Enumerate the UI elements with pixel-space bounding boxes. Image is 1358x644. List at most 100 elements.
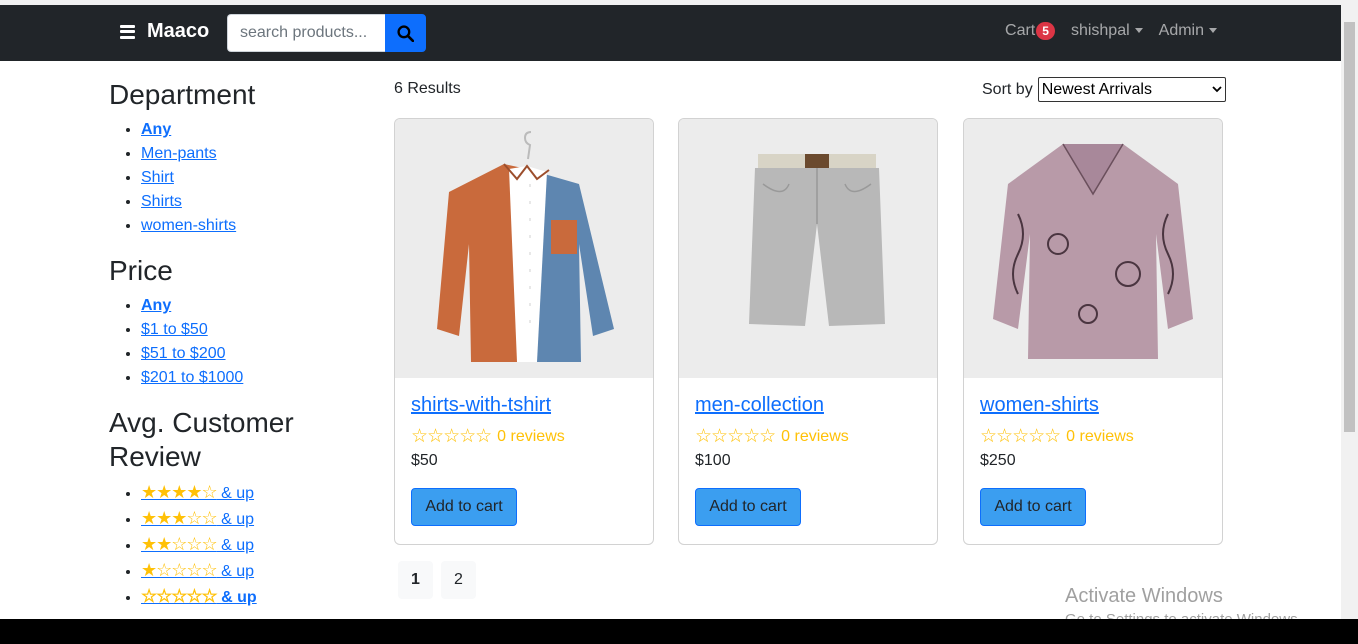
department-link-men-pants[interactable]: Men-pants [141,145,217,162]
chevron-down-icon [1134,28,1143,34]
taskbar-edge [0,619,1358,644]
rating-filter-link[interactable]: ★★☆☆☆ & up [141,534,255,554]
product-rating: ☆☆☆☆☆ 0 reviews [695,425,921,448]
product-price: $250 [980,452,1016,469]
results-count: 6 Results [394,80,461,97]
price-link-201-1000[interactable]: $201 to $1000 [141,369,243,386]
list-item: ★★☆☆☆ & up [141,532,349,558]
price-heading: Price [109,255,173,286]
star-rating-icon: ☆☆☆☆☆ [695,426,776,447]
list-item: Any [141,118,349,142]
shorts-image [749,153,885,326]
chevron-down-icon [1209,28,1217,34]
search-input[interactable] [227,14,385,52]
rating-up-label: & up [216,563,255,580]
product-body: shirts-with-tshirt ☆☆☆☆☆ 0 reviews $50 A… [395,378,653,542]
list-item: ★☆☆☆☆ & up [141,558,349,584]
review-count[interactable]: 0 reviews [1066,428,1134,446]
price-link-1-50[interactable]: $1 to $50 [141,321,208,338]
rating-up-label: & up [216,485,255,502]
search-button[interactable] [385,14,426,52]
star-rating-icon: ☆☆☆☆☆ [141,586,218,606]
shirt-image [437,130,614,362]
sort-select[interactable]: Newest Arrivals [1037,77,1226,102]
chevron-down-icon [1212,86,1222,93]
list-item: Men-pants [141,142,349,166]
admin-menu-label: Admin [1158,22,1204,39]
rating-up-label: & up [216,511,255,528]
page-button-2[interactable]: 2 [441,561,476,599]
scrollbar-thumb[interactable] [1344,22,1355,432]
admin-menu[interactable]: Admin [1159,22,1217,40]
sort-control: Sort by Newest Arrivals [982,77,1226,102]
price-link-any[interactable]: Any [141,297,171,314]
nav-right: Cart 5 shishpal Admin [1005,22,1217,40]
rating-up-label: & up [216,537,255,554]
sort-label: Sort by [982,80,1033,98]
brand[interactable]: Maaco [120,20,209,43]
list-item: ★★★☆☆ & up [141,506,349,532]
price-link-51-200[interactable]: $51 to $200 [141,345,226,362]
star-rating-icon: ★☆☆☆☆ [141,560,218,580]
star-rating-icon: ☆☆☆☆☆ [411,426,492,447]
product-body: men-collection ☆☆☆☆☆ 0 reviews $100 Add … [679,378,937,542]
product-title[interactable]: women-shirts [980,394,1206,417]
cart-link[interactable]: Cart 5 [1005,22,1055,40]
rating-filter-link[interactable]: ★★★★☆ & up [141,482,255,502]
product-title[interactable]: shirts-with-tshirt [411,394,637,417]
list-item: ☆☆☆☆☆ & up [141,584,349,610]
department-link-shirt[interactable]: Shirt [141,169,174,186]
list-item: Shirt [141,166,349,190]
department-list: Any Men-pants Shirt Shirts women-shirts [109,118,349,238]
page-button-1[interactable]: 1 [398,561,433,599]
list-item: Shirts [141,190,349,214]
product-image[interactable] [964,119,1222,378]
star-rating-icon: ★★★★☆ [141,482,218,502]
price-list: Any $1 to $50 $51 to $200 $201 to $1000 [109,294,349,390]
product-image[interactable] [395,119,653,378]
vertical-scrollbar[interactable] [1341,5,1358,619]
department-link-women-shirts[interactable]: women-shirts [141,217,236,234]
department-link-any[interactable]: Any [141,121,171,138]
review-heading: Avg. Customer Review [109,407,294,472]
review-count[interactable]: 0 reviews [497,428,565,446]
navbar: Maaco Cart 5 shishpal Admin [0,5,1341,61]
pagination: 1 2 [398,561,476,599]
search-form [227,14,426,52]
list-item: women-shirts [141,214,349,238]
brand-name[interactable]: Maaco [147,20,209,43]
product-body: women-shirts ☆☆☆☆☆ 0 reviews $250 Add to… [964,378,1222,542]
add-to-cart-button[interactable]: Add to cart [980,488,1086,526]
review-list: ★★★★☆ & up★★★☆☆ & up★★☆☆☆ & up★☆☆☆☆ & up… [109,480,349,610]
cart-label: Cart [1005,22,1036,39]
rating-filter-link[interactable]: ☆☆☆☆☆ & up [141,586,257,606]
user-menu[interactable]: shishpal [1071,22,1143,40]
menu-icon[interactable] [120,24,135,39]
watermark-title: Activate Windows [1065,585,1223,607]
rating-filter-link[interactable]: ★☆☆☆☆ & up [141,560,255,580]
add-to-cart-button[interactable]: Add to cart [695,488,801,526]
product-card: shirts-with-tshirt ☆☆☆☆☆ 0 reviews $50 A… [394,118,654,545]
product-card: women-shirts ☆☆☆☆☆ 0 reviews $250 Add to… [963,118,1223,545]
list-item: $201 to $1000 [141,366,349,390]
product-title[interactable]: men-collection [695,394,921,417]
search-icon [397,24,414,42]
rating-up-label: & up [216,589,257,606]
department-link-shirts[interactable]: Shirts [141,193,182,210]
list-item: Any [141,294,349,318]
product-image[interactable] [679,119,937,378]
department-heading: Department [109,79,256,110]
rating-filter-link[interactable]: ★★★☆☆ & up [141,508,255,528]
user-menu-label: shishpal [1070,22,1130,39]
review-count[interactable]: 0 reviews [781,428,849,446]
sort-select-value: Newest Arrivals [1041,80,1152,98]
star-rating-icon: ★★★☆☆ [141,508,218,528]
list-item: $51 to $200 [141,342,349,366]
cart-count-badge: 5 [1036,22,1055,40]
product-price: $50 [411,452,438,469]
list-item: ★★★★☆ & up [141,480,349,506]
star-rating-icon: ☆☆☆☆☆ [980,426,1061,447]
add-to-cart-button[interactable]: Add to cart [411,488,517,526]
star-rating-icon: ★★☆☆☆ [141,534,218,554]
list-item: $1 to $50 [141,318,349,342]
